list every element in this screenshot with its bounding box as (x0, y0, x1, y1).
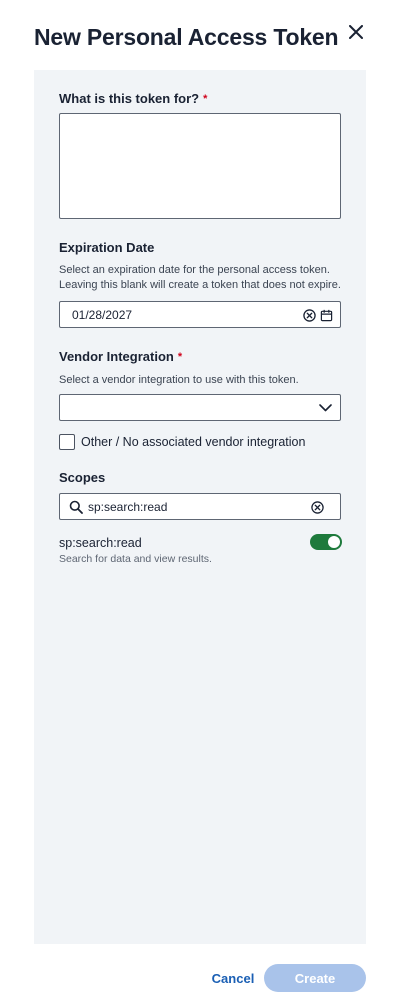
required-mark: * (203, 93, 208, 105)
toggle-knob (328, 536, 340, 548)
purpose-label: What is this token for? * (59, 91, 208, 106)
expiration-date-input[interactable]: 01/28/2027 (59, 301, 341, 328)
clear-circle-icon[interactable] (310, 500, 324, 514)
cancel-button[interactable]: Cancel (207, 965, 259, 991)
expiration-help-line1: Select an expiration date for the person… (59, 264, 330, 276)
expiration-label: Expiration Date (59, 240, 155, 255)
dialog-title: New Personal Access Token (34, 24, 339, 50)
scope-search-input[interactable]: sp:search:read (59, 493, 341, 520)
create-button[interactable]: Create (264, 964, 366, 992)
new-token-dialog: New Personal Access Token What is this t… (0, 0, 399, 998)
scope-item-name: sp:search:read (59, 536, 142, 550)
clear-circle-icon[interactable] (302, 308, 316, 322)
expiration-date-value: 01/28/2027 (72, 308, 133, 322)
vendor-label: Vendor Integration * (59, 349, 183, 364)
no-vendor-checkbox[interactable] (59, 434, 75, 450)
search-icon (68, 499, 83, 514)
close-icon (349, 25, 363, 39)
scopes-label: Scopes (59, 470, 106, 485)
scope-item-description: Search for data and view results. (59, 553, 212, 565)
required-mark: * (177, 351, 183, 363)
no-vendor-label: Other / No associated vendor integration (81, 435, 306, 449)
close-button[interactable] (344, 20, 368, 44)
scope-search-value: sp:search:read (88, 500, 168, 514)
vendor-help: Select a vendor integration to use with … (59, 374, 299, 386)
purpose-textarea[interactable] (59, 113, 341, 219)
calendar-icon[interactable] (319, 308, 333, 322)
scope-toggle[interactable] (310, 534, 342, 550)
vendor-select[interactable] (59, 394, 341, 421)
chevron-down-icon (318, 403, 332, 413)
expiration-help-line2: Leaving this blank will create a token t… (59, 279, 341, 291)
